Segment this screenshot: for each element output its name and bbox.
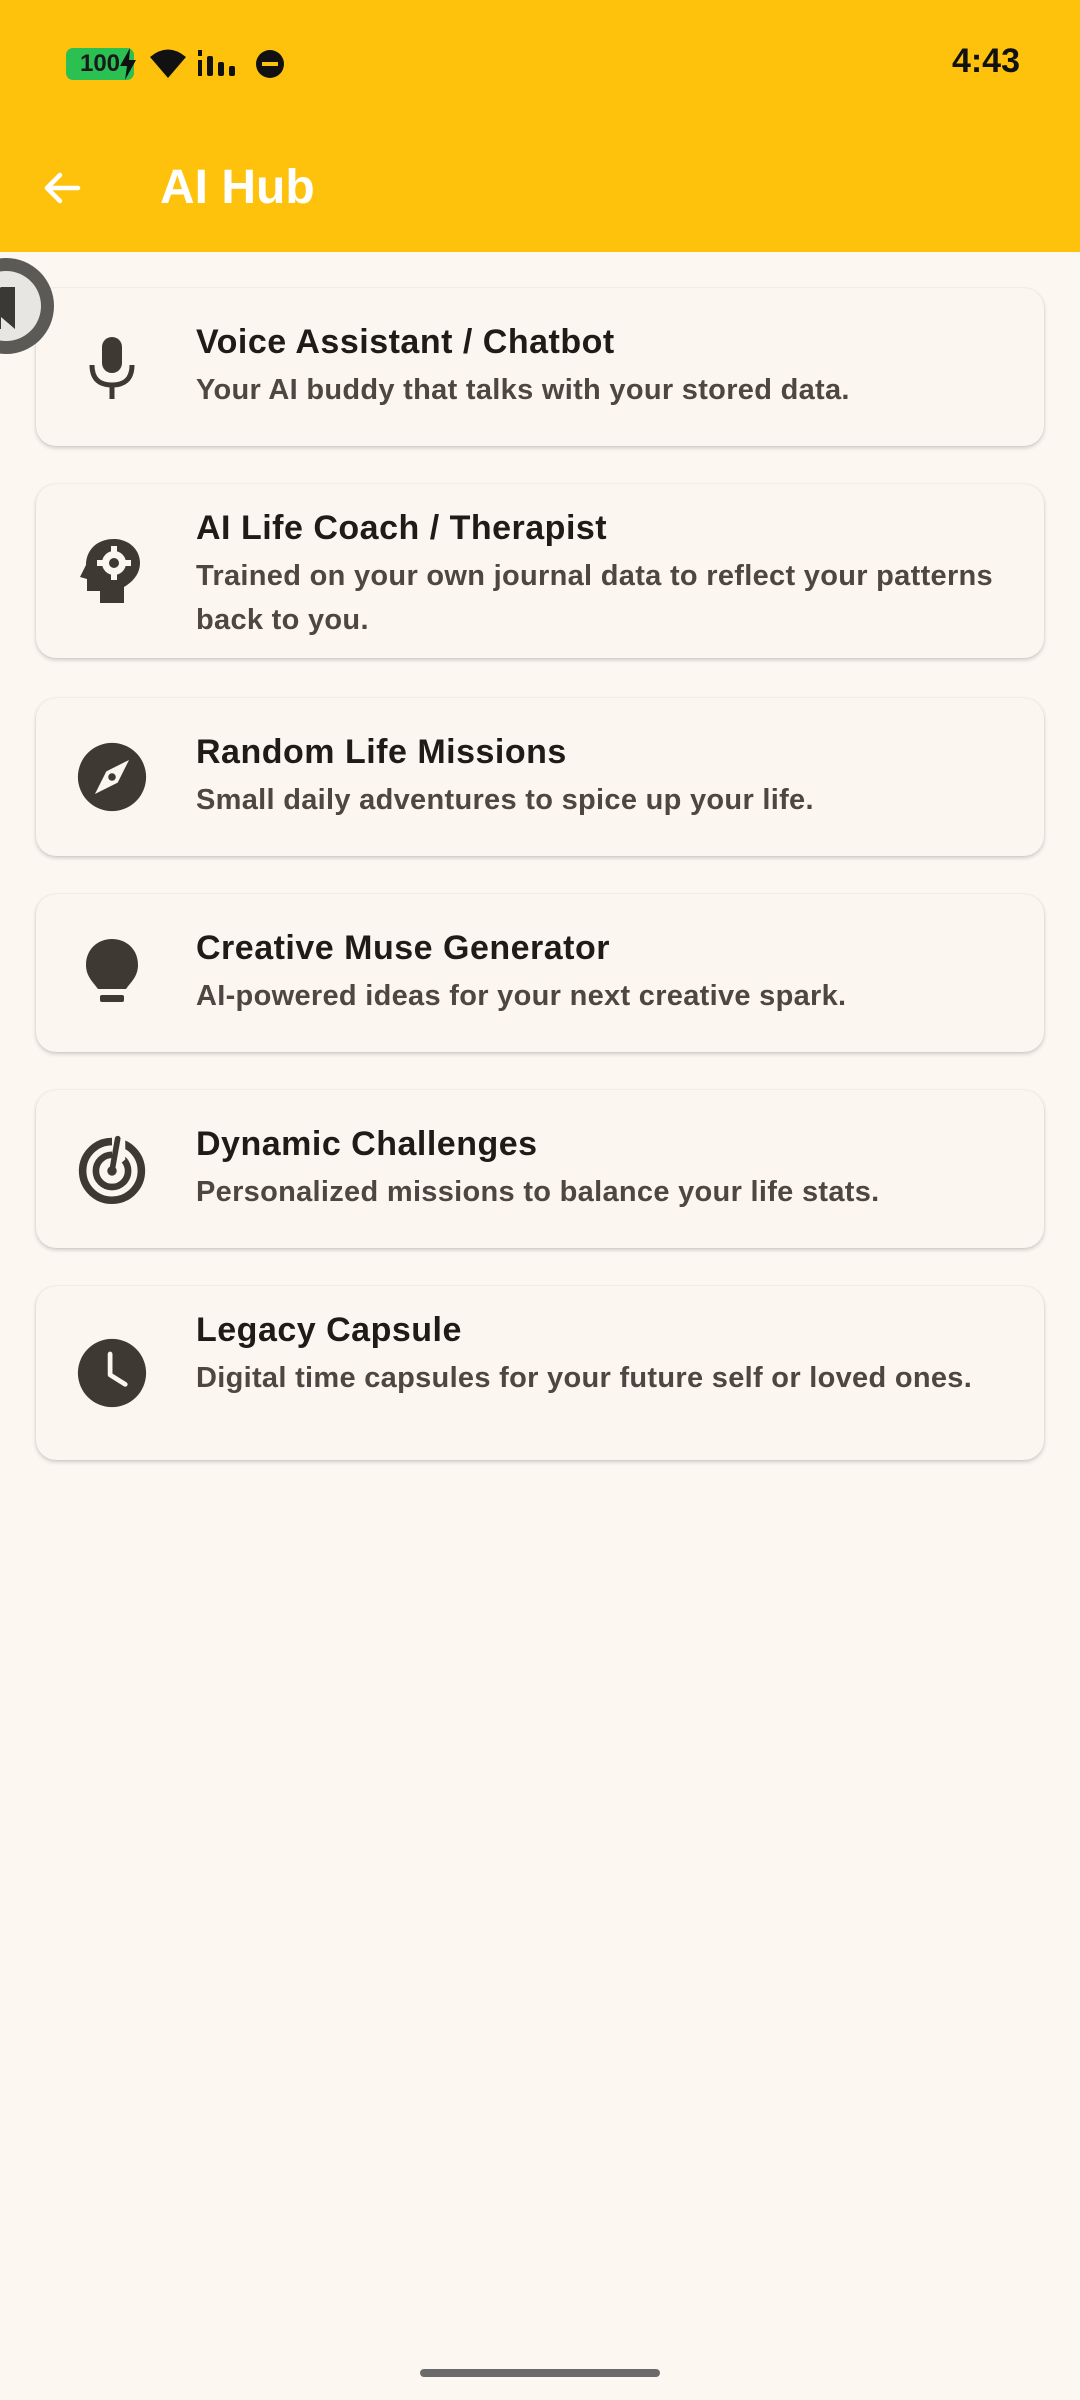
wifi-icon xyxy=(150,49,186,78)
bubble-logo-icon xyxy=(0,271,41,341)
lightbulb-icon xyxy=(76,937,148,1009)
page-title: AI Hub xyxy=(160,161,315,214)
charging-icon xyxy=(120,48,136,80)
compass-icon xyxy=(76,741,148,813)
list-item[interactable]: Dynamic Challenges Personalized missions… xyxy=(36,1090,1044,1248)
item-subtitle: AI-powered ideas for your next creative … xyxy=(196,980,847,1012)
item-title: Random Life Missions xyxy=(196,733,567,771)
item-subtitle: Digital time capsules for your future se… xyxy=(196,1362,973,1394)
item-subtitle: Trained on your own journal data to refl… xyxy=(196,560,993,636)
item-subtitle: Small daily adventures to spice up your … xyxy=(196,784,814,816)
list-item[interactable]: Random Life Missions Small daily adventu… xyxy=(36,698,1044,856)
list-item[interactable]: Creative Muse Generator AI-powered ideas… xyxy=(36,894,1044,1052)
status-bar: 100 4:43 xyxy=(0,0,1080,128)
arrow-back-icon[interactable] xyxy=(40,166,84,210)
clock-icon xyxy=(76,1337,148,1409)
psychology-head-gear-icon xyxy=(76,535,148,607)
list-item[interactable]: Legacy Capsule Digital time capsules for… xyxy=(36,1286,1044,1460)
item-title: Voice Assistant / Chatbot xyxy=(196,323,615,361)
item-subtitle: Your AI buddy that talks with your store… xyxy=(196,374,850,406)
microphone-icon xyxy=(76,331,148,403)
list-item[interactable]: Voice Assistant / Chatbot Your AI buddy … xyxy=(36,288,1044,446)
do-not-disturb-icon xyxy=(256,50,284,78)
radar-target-icon xyxy=(76,1133,148,1205)
item-title: Dynamic Challenges xyxy=(196,1125,538,1163)
home-gesture-bar[interactable] xyxy=(420,2369,660,2377)
item-title: Creative Muse Generator xyxy=(196,929,610,967)
item-title: AI Life Coach / Therapist xyxy=(196,509,608,547)
clock: 4:43 xyxy=(951,42,1020,80)
list-item[interactable]: AI Life Coach / Therapist Trained on you… xyxy=(36,484,1044,658)
item-title: Legacy Capsule xyxy=(196,1311,462,1349)
app-bar: 100 4:43 AI Hub xyxy=(0,0,1080,252)
item-subtitle: Personalized missions to balance your li… xyxy=(196,1176,880,1208)
signal-icon xyxy=(198,50,235,76)
